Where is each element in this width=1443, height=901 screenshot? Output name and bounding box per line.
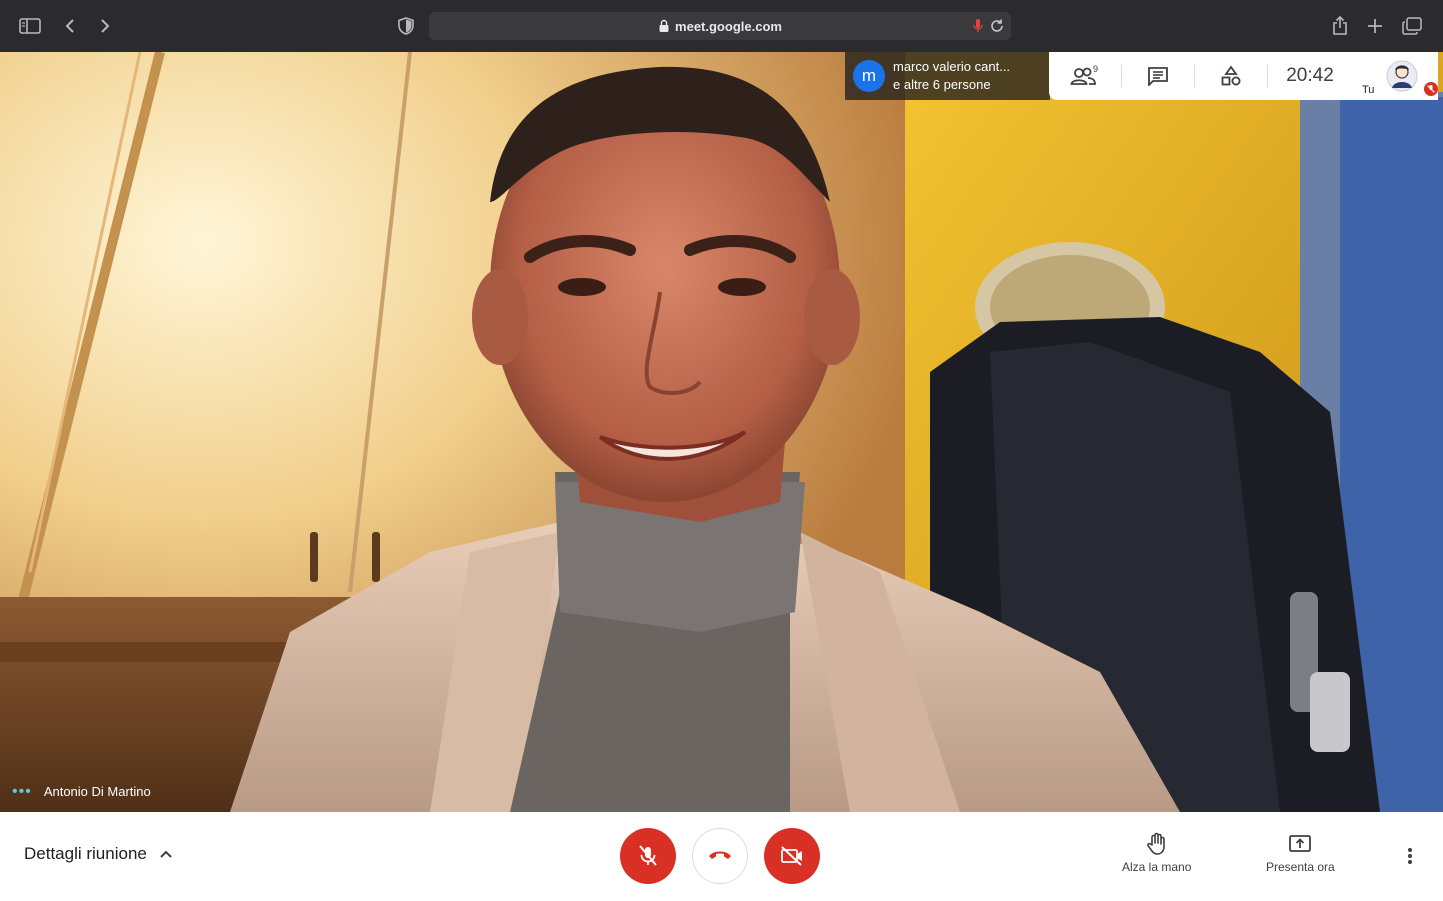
- address-bar[interactable]: meet.google.com: [429, 12, 1011, 40]
- back-icon[interactable]: [58, 14, 82, 38]
- privacy-shield-icon[interactable]: [394, 14, 418, 38]
- self-label: Tu: [1362, 84, 1375, 96]
- lock-icon: [659, 19, 669, 32]
- meeting-details-label: Dettagli riunione: [24, 844, 147, 863]
- present-now-label: Presenta ora: [1266, 860, 1335, 874]
- shapes-icon: [1221, 65, 1241, 86]
- present-now-button[interactable]: Presenta ora: [1266, 832, 1335, 874]
- meeting-details-button[interactable]: Dettagli riunione: [24, 844, 173, 864]
- end-call-button[interactable]: [692, 828, 748, 884]
- self-view-tile[interactable]: Tu: [1354, 52, 1438, 100]
- participant-avatar: m: [853, 60, 885, 92]
- hang-up-icon: [709, 851, 731, 859]
- microphone-toggle-button[interactable]: [620, 828, 676, 884]
- reload-icon[interactable]: [989, 18, 1005, 34]
- participant-primary-name: marco valerio cant...: [893, 59, 1011, 74]
- people-count: 9: [1093, 65, 1098, 74]
- participants-chip[interactable]: m marco valerio cant... e altre 6 person…: [845, 52, 1050, 100]
- chat-button[interactable]: [1122, 52, 1194, 100]
- mic-off-icon: [639, 845, 657, 866]
- main-video-tile[interactable]: ••• Antonio Di Martino: [0, 52, 1443, 812]
- sidebar-toggle-icon[interactable]: [18, 14, 42, 38]
- self-avatar: [1386, 60, 1418, 92]
- speaker-name-tag: ••• Antonio Di Martino: [12, 782, 151, 800]
- forward-icon[interactable]: [93, 14, 117, 38]
- url-text: meet.google.com: [675, 18, 782, 34]
- chat-icon: [1148, 67, 1168, 86]
- more-vert-icon: [1408, 848, 1412, 864]
- people-icon: 9: [1070, 65, 1098, 85]
- camera-off-icon: [781, 846, 802, 866]
- raise-hand-icon: [1146, 832, 1165, 855]
- speaking-indicator-icon: •••: [12, 782, 32, 800]
- meeting-top-bar: 9 20:42 Tu: [1049, 52, 1438, 100]
- video-frame: [0, 52, 1443, 812]
- meeting-clock: 20:42: [1286, 65, 1334, 86]
- people-button[interactable]: 9: [1049, 52, 1121, 100]
- raise-hand-label: Alza la mano: [1122, 860, 1192, 874]
- raise-hand-button[interactable]: Alza la mano: [1122, 832, 1191, 874]
- browser-toolbar: meet.google.com: [0, 0, 1443, 52]
- present-screen-icon: [1289, 835, 1312, 852]
- meeting-controls-bar: Dettagli riunione Alza la mano Presenta …: [0, 812, 1443, 901]
- share-icon[interactable]: [1328, 14, 1352, 38]
- camera-toggle-button[interactable]: [764, 828, 820, 884]
- more-options-button[interactable]: [1400, 846, 1420, 866]
- participant-others-count: e altre 6 persone: [893, 77, 991, 92]
- chevron-up-icon: [160, 850, 172, 858]
- activities-button[interactable]: [1195, 52, 1267, 100]
- speaker-name: Antonio Di Martino: [43, 784, 151, 799]
- mic-recording-icon[interactable]: [973, 18, 983, 34]
- tab-overview-icon[interactable]: [1400, 14, 1424, 38]
- self-mic-muted-icon: [1424, 82, 1438, 96]
- new-tab-icon[interactable]: [1363, 14, 1387, 38]
